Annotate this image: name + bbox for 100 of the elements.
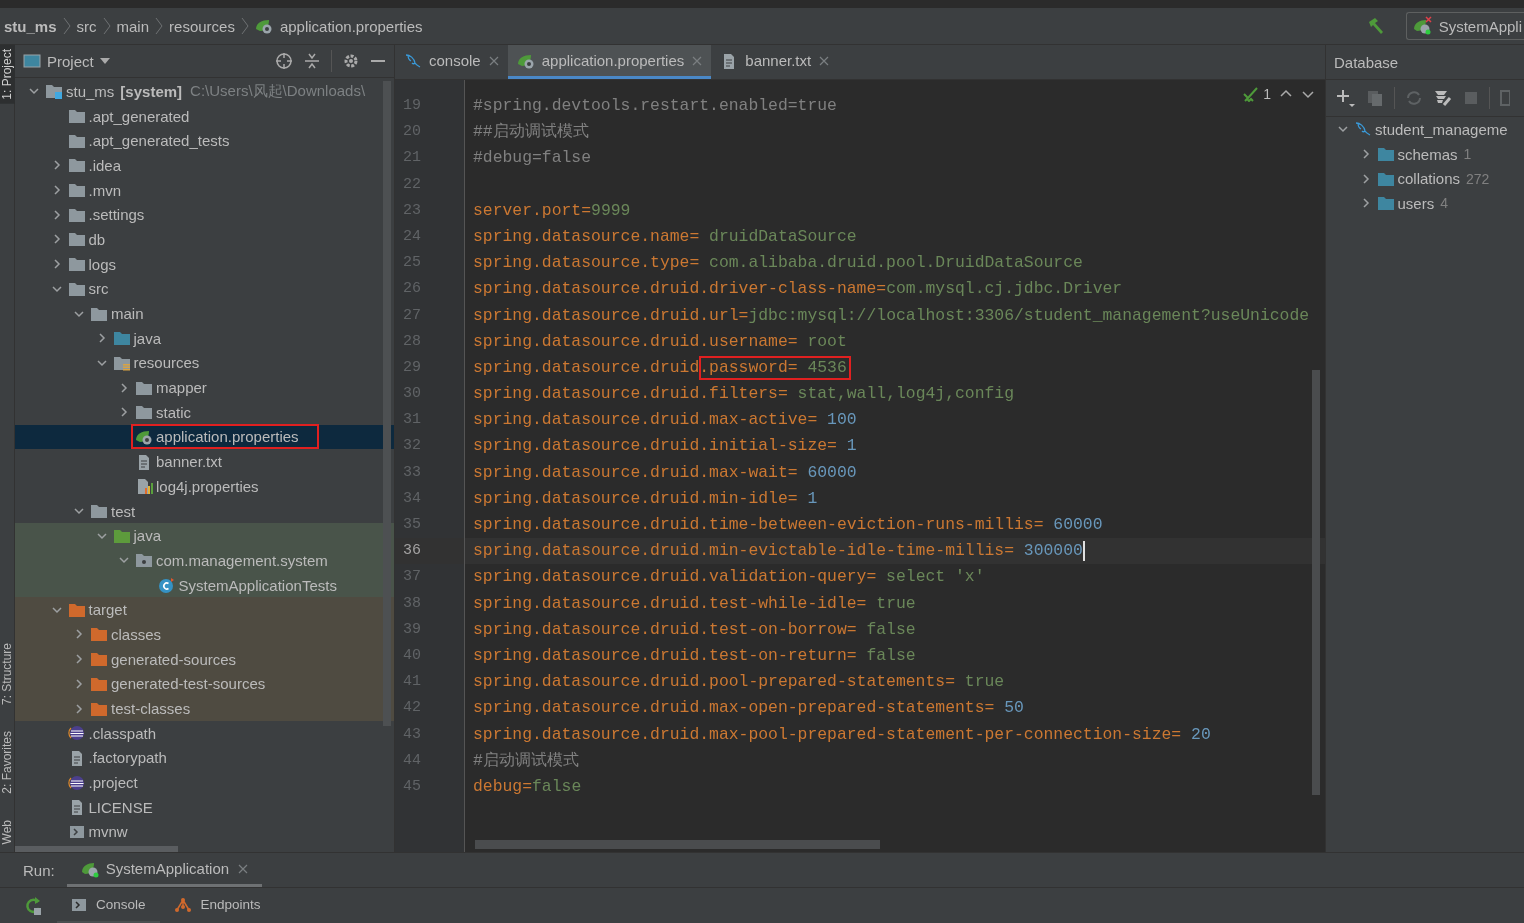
folder-icon (67, 108, 86, 125)
tree-item[interactable]: .settings (15, 202, 394, 228)
tool-window-tab[interactable]: 7: Structure (0, 638, 15, 709)
editor-tab[interactable]: console (395, 45, 508, 79)
run-tab[interactable]: SystemApplication (66, 853, 263, 887)
tree-item[interactable]: .classpath (15, 720, 394, 746)
chevron-icon (240, 17, 249, 35)
tree-item[interactable]: static (15, 399, 394, 425)
close-icon[interactable] (238, 863, 249, 874)
dolphin-icon (1354, 121, 1372, 138)
crosshair-icon[interactable] (275, 52, 293, 70)
tree-item[interactable]: schemas 1 (1326, 141, 1524, 167)
breadcrumb[interactable]: main (116, 17, 150, 35)
tree-item[interactable]: .apt_generated_tests (15, 128, 394, 154)
panel-label: Run: (23, 861, 55, 879)
tool-window-tab[interactable]: 1: Project (0, 45, 15, 104)
code-line: spring.datasource.druid.max-open-prepared-statements= 50 (473, 698, 1024, 718)
code-line: spring.datasource.druid.driver-class-name=com.mysql.cj.jdbc.Driver (473, 279, 1123, 299)
tree-item[interactable]: src (15, 276, 394, 302)
tree-item[interactable]: .factorypath (15, 745, 394, 771)
tree-item[interactable]: generated-test-sources (15, 671, 394, 697)
editor-tab[interactable]: banner.txt (711, 45, 839, 79)
tree-item[interactable]: java (15, 325, 394, 351)
tree-item[interactable]: com.management.system (15, 548, 394, 573)
scrollbar[interactable] (1312, 370, 1320, 795)
tree-item[interactable]: LICENSE (15, 794, 394, 820)
tool-tab[interactable]: Endpoints (159, 888, 275, 923)
tree-item[interactable]: application.properties (15, 424, 394, 450)
tool-window-tab[interactable]: 2: Favorites (0, 726, 15, 798)
run-configuration[interactable]: SystemAppli (1405, 12, 1524, 40)
resources-folder-icon (112, 354, 131, 371)
tree-item[interactable]: resources (15, 350, 394, 376)
tree-item[interactable]: users 4 (1326, 191, 1524, 216)
folder-icon (1376, 146, 1395, 163)
folder-icon (112, 527, 131, 544)
rerun-icon[interactable] (23, 895, 43, 916)
tree-item[interactable]: student_manageme (1326, 117, 1524, 142)
editor-tab[interactable]: application.properties (507, 45, 712, 79)
tree-item[interactable]: collations 272 (1326, 166, 1524, 192)
panel-title: Database (1326, 45, 1524, 80)
tree-item[interactable]: test-classes (15, 696, 394, 721)
tree-item[interactable]: banner.txt (15, 449, 394, 474)
code-line: spring.datasource.druid.min-idle= 1 (473, 488, 818, 508)
add-icon[interactable] (1336, 88, 1356, 108)
chevron-icon[interactable] (73, 653, 85, 666)
tree-item[interactable]: SystemApplicationTests (15, 572, 394, 598)
tree-item[interactable]: mvnw (15, 819, 394, 845)
tree-item[interactable]: main (15, 301, 394, 326)
tree-item[interactable]: test (15, 498, 394, 524)
chevron-icon[interactable] (73, 677, 85, 690)
chevron-icon (155, 17, 164, 35)
tree-item[interactable]: logs (15, 251, 394, 277)
folder-icon (67, 206, 86, 223)
striped-circle-icon (67, 725, 86, 742)
close-icon[interactable] (819, 55, 830, 66)
collapse-icon[interactable] (303, 52, 321, 70)
striped-circle-icon (67, 774, 86, 791)
leaf-gear-icon (516, 52, 535, 69)
tree-item[interactable]: mapper (15, 375, 394, 400)
tree-item[interactable]: .idea (15, 153, 394, 178)
code-line: spring.datasource.druid.test-while-idle= true (473, 593, 916, 613)
scrollbar[interactable] (15, 846, 178, 852)
tree-item[interactable]: target (15, 597, 394, 623)
tree-item[interactable]: log4j.properties (15, 474, 394, 499)
chevron-icon[interactable] (73, 702, 85, 715)
close-icon[interactable] (488, 55, 499, 66)
tree-item[interactable]: stu_ms [system] C:\Users\风起\Downloads\ (15, 79, 394, 104)
code-line: server.port=9999 (473, 200, 631, 220)
scrollbar[interactable] (383, 81, 391, 726)
breadcrumb[interactable]: src (76, 17, 97, 35)
module-folder-icon (45, 83, 63, 100)
tree-item[interactable]: java (15, 523, 394, 549)
chevron-icon[interactable] (118, 406, 130, 419)
panel-title[interactable]: Project (23, 52, 110, 70)
folder-icon (67, 231, 86, 248)
folder-icon (90, 675, 108, 692)
tool-window-tab[interactable]: Web (0, 815, 15, 848)
network-icon (173, 896, 192, 913)
breadcrumb[interactable]: stu_ms (4, 17, 57, 35)
tool-tab[interactable]: Console (57, 888, 160, 923)
chevron-icon[interactable] (118, 381, 130, 394)
chevron-icon[interactable] (73, 628, 85, 641)
tree-item[interactable]: .mvn (15, 177, 394, 203)
text-caret (1082, 540, 1085, 561)
code-line: spring.datasource.name= druidDataSource (473, 226, 857, 246)
breadcrumb[interactable]: application.properties (254, 17, 423, 35)
scrollbar[interactable] (475, 840, 880, 849)
code-line: spring.datasource.druid.pool-prepared-statements= true (473, 672, 1005, 692)
code-line: spring.datasource.type= com.alibaba.druid.pool.DruidDataSource (473, 253, 1083, 273)
wrench-icon[interactable] (1433, 89, 1453, 107)
tree-item[interactable]: classes (15, 622, 394, 647)
tree-item[interactable]: generated-sources (15, 646, 394, 672)
tree-item[interactable]: db (15, 227, 394, 252)
inspection-status[interactable]: 1 (1243, 86, 1271, 102)
item-count: 4 (1440, 195, 1448, 212)
breadcrumb[interactable]: resources (169, 17, 235, 35)
tree-item[interactable]: .project (15, 770, 394, 795)
tree-item[interactable]: .apt_generated (15, 103, 394, 129)
project-path: C:\Users\风起\Downloads\ (190, 81, 366, 101)
settings-icon[interactable] (342, 52, 360, 70)
